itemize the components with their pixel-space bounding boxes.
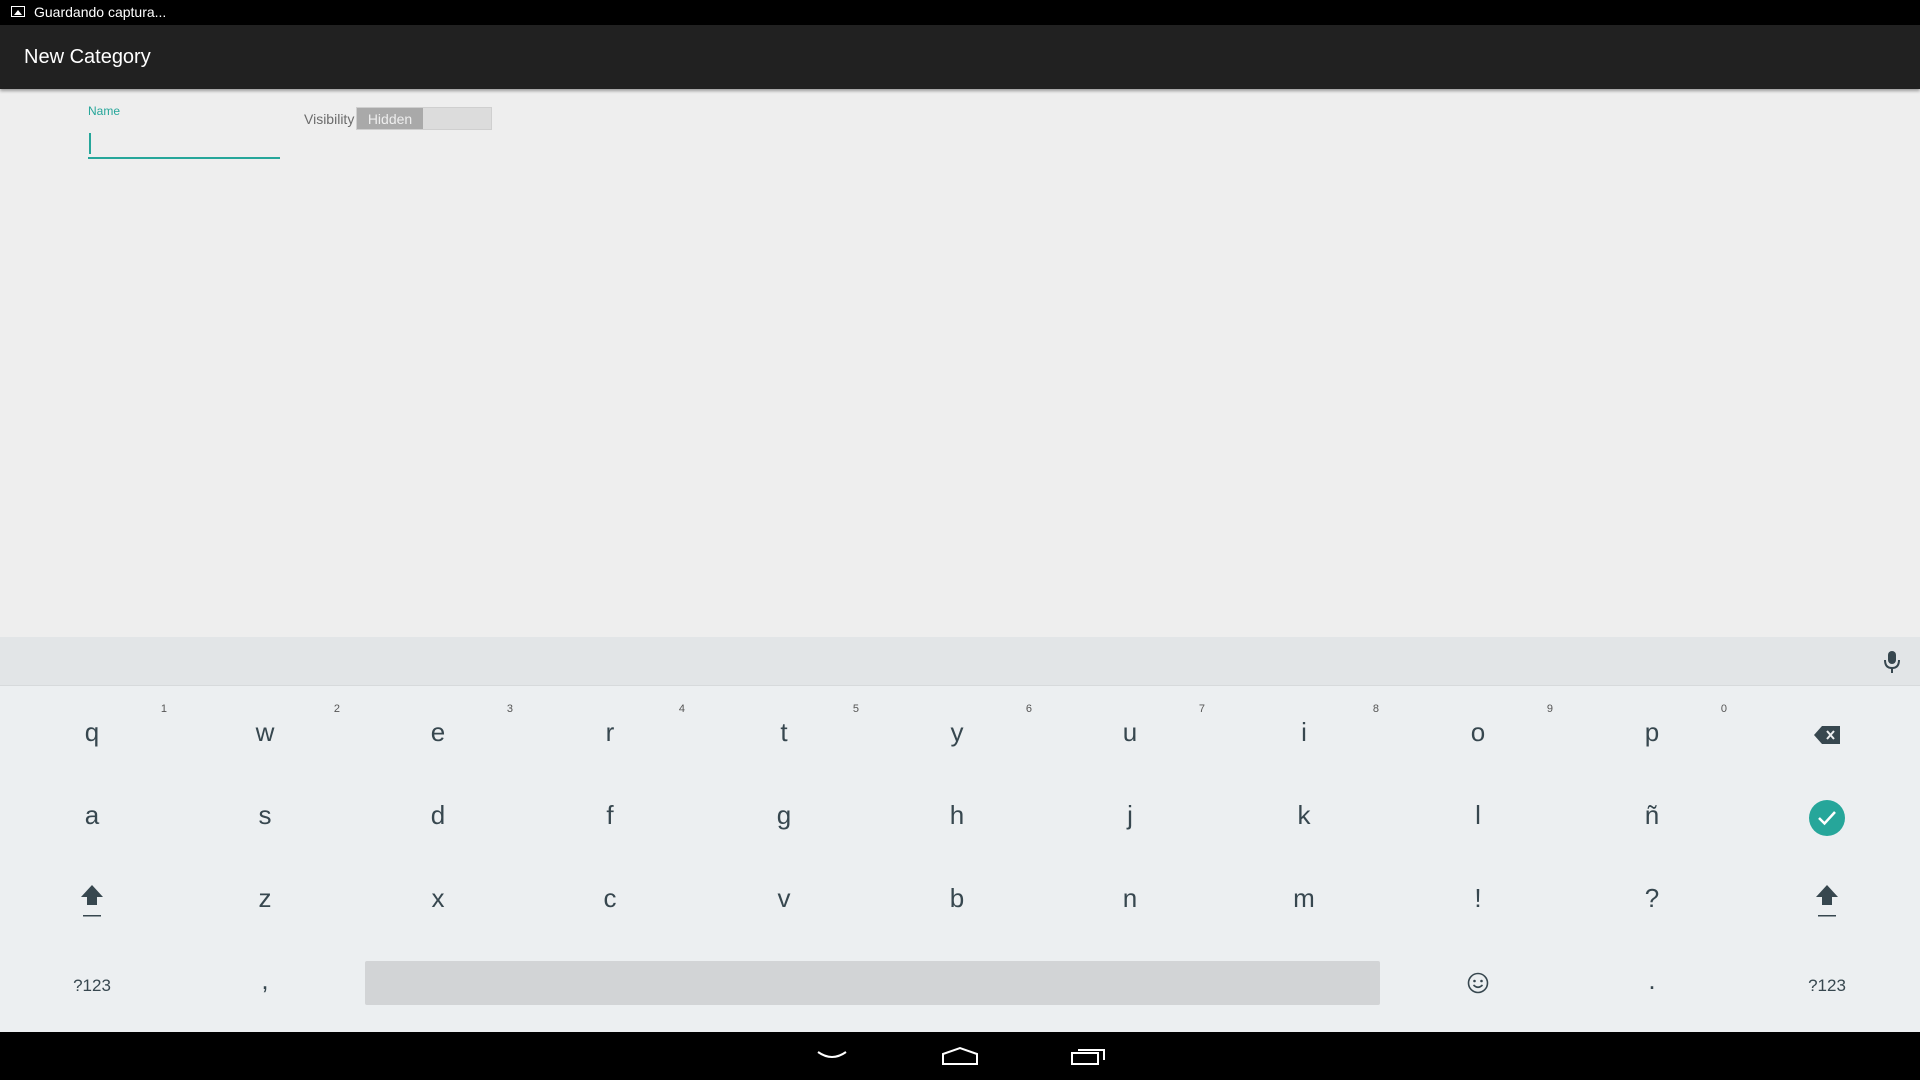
key-g[interactable]: g: [709, 786, 859, 850]
recents-button[interactable]: [1058, 1038, 1118, 1074]
navigation-bar: [0, 1032, 1920, 1080]
symbols-key-left[interactable]: ?123: [17, 951, 167, 1015]
key-n-tilde[interactable]: ñ: [1577, 786, 1727, 850]
key-s[interactable]: s: [190, 786, 340, 850]
done-key[interactable]: [1752, 786, 1902, 850]
key-b[interactable]: b: [882, 869, 1032, 933]
key-p[interactable]: p0: [1577, 703, 1727, 767]
space-bar[interactable]: [365, 961, 1380, 1005]
key-h[interactable]: h: [882, 786, 1032, 850]
key-comma[interactable]: ,: [190, 951, 340, 1015]
microphone-icon[interactable]: [1882, 650, 1902, 674]
visibility-toggle[interactable]: Hidden: [356, 107, 492, 130]
key-x[interactable]: x: [363, 869, 513, 933]
back-button[interactable]: [802, 1038, 862, 1074]
key-c[interactable]: c: [535, 869, 685, 933]
key-k[interactable]: k: [1229, 786, 1379, 850]
checkmark-icon: [1809, 800, 1845, 836]
key-w[interactable]: w2: [190, 703, 340, 767]
suggestion-strip: [0, 637, 1920, 686]
key-a[interactable]: a: [17, 786, 167, 850]
shift-icon: [81, 885, 103, 917]
key-v[interactable]: v: [709, 869, 859, 933]
key-exclamation[interactable]: !: [1403, 869, 1553, 933]
name-input[interactable]: [88, 127, 280, 159]
key-r[interactable]: r4: [535, 703, 685, 767]
text-cursor: [89, 133, 91, 154]
key-period[interactable]: .: [1577, 951, 1727, 1015]
key-question[interactable]: ?: [1577, 869, 1727, 933]
action-bar: New Category: [0, 25, 1920, 89]
key-e[interactable]: e3: [363, 703, 513, 767]
notification-text: Guardando captura...: [34, 4, 167, 20]
shift-key-right[interactable]: [1752, 869, 1902, 933]
soft-keyboard: q1 w2 e3 r4 t5 y6 u7 i8 o9 p0 a s d f g …: [0, 637, 1920, 1032]
key-u[interactable]: u7: [1055, 703, 1205, 767]
symbols-key-right[interactable]: ?123: [1752, 951, 1902, 1015]
key-m[interactable]: m: [1229, 869, 1379, 933]
key-t[interactable]: t5: [709, 703, 859, 767]
visibility-label: Visibility: [304, 111, 355, 127]
recents-icon: [1071, 1049, 1105, 1065]
back-icon: [817, 1051, 847, 1058]
key-d[interactable]: d: [363, 786, 513, 850]
name-label: Name: [88, 104, 121, 118]
key-i[interactable]: i8: [1229, 703, 1379, 767]
image-icon: [11, 6, 25, 17]
shift-key-left[interactable]: [17, 869, 167, 933]
key-j[interactable]: j: [1055, 786, 1205, 850]
backspace-icon: [1814, 726, 1840, 744]
backspace-key[interactable]: [1752, 703, 1902, 767]
key-o[interactable]: o9: [1403, 703, 1553, 767]
key-y[interactable]: y6: [882, 703, 1033, 767]
status-bar: Guardando captura...: [0, 0, 1920, 25]
key-n[interactable]: n: [1055, 869, 1205, 933]
home-icon: [942, 1046, 978, 1065]
visibility-toggle-thumb: Hidden: [357, 108, 423, 129]
home-button[interactable]: [930, 1038, 990, 1074]
key-q[interactable]: q1: [17, 703, 167, 767]
key-l[interactable]: l: [1403, 786, 1553, 850]
key-f[interactable]: f: [535, 786, 685, 850]
key-z[interactable]: z: [190, 869, 340, 933]
emoji-key[interactable]: [1403, 951, 1553, 1015]
emoji-icon: [1467, 972, 1489, 994]
shift-icon: [1816, 885, 1838, 917]
page-title: New Category: [24, 46, 151, 68]
